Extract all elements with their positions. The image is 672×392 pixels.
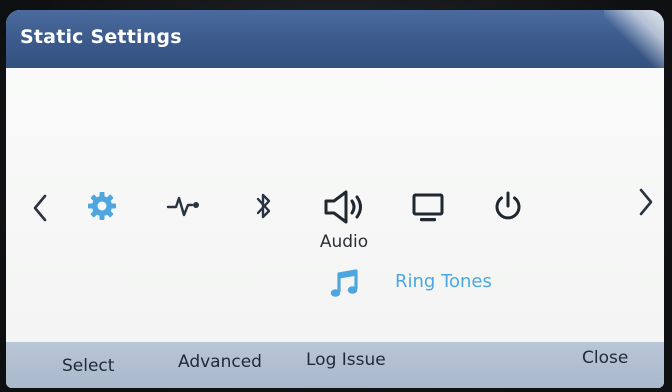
softkey-bar: Select Advanced Log Issue Close bbox=[6, 342, 664, 388]
bluetooth-icon[interactable] bbox=[250, 188, 278, 224]
chevron-right-icon[interactable] bbox=[632, 184, 660, 220]
select-button[interactable]: Select bbox=[62, 356, 114, 376]
power-icon[interactable] bbox=[488, 186, 528, 226]
heartbeat-icon[interactable] bbox=[164, 190, 204, 222]
music-note-icon[interactable] bbox=[328, 266, 362, 302]
advanced-button[interactable]: Advanced bbox=[178, 352, 262, 372]
submenu-ring-tones-label[interactable]: Ring Tones bbox=[395, 271, 492, 292]
log-issue-button[interactable]: Log Issue bbox=[306, 350, 386, 370]
title-bar: Static Settings bbox=[6, 10, 664, 74]
chevron-left-icon[interactable] bbox=[26, 190, 54, 226]
screen: Static Settings Audio Ring Tones Select … bbox=[6, 10, 664, 388]
page-title: Static Settings bbox=[20, 26, 182, 48]
carousel-item-label: Audio bbox=[319, 232, 369, 252]
close-button[interactable]: Close bbox=[582, 348, 628, 368]
speaker-icon[interactable] bbox=[320, 186, 370, 228]
monitor-icon[interactable] bbox=[408, 190, 448, 226]
gear-icon[interactable] bbox=[84, 188, 120, 224]
